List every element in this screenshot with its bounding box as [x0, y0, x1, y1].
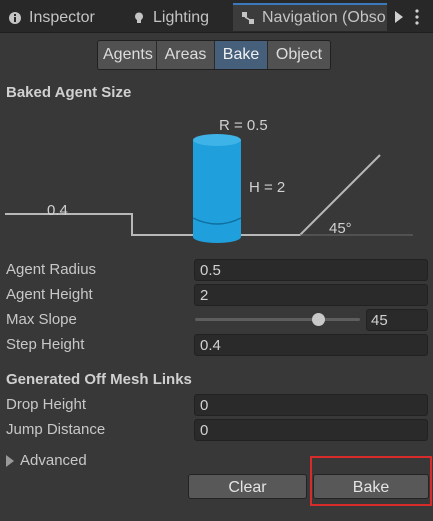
jump-distance-field[interactable]: 0	[194, 419, 428, 441]
step-height-label: Step Height	[6, 336, 85, 353]
bake-button-highlight	[310, 456, 432, 506]
step-height-label: 0.4	[47, 202, 68, 219]
radius-label: R = 0.5	[219, 117, 268, 134]
tab-inspector[interactable]: Inspector	[8, 4, 95, 31]
agent-height-label: Agent Height	[6, 286, 93, 303]
tab-scroll-right-icon[interactable]	[392, 8, 406, 26]
agent-height-field[interactable]: 2	[194, 284, 428, 306]
max-slope-slider[interactable]	[195, 318, 360, 321]
clear-button[interactable]: Clear	[188, 474, 307, 499]
tab-lighting[interactable]: Lighting	[132, 4, 209, 31]
baked-agent-size-heading: Baked Agent Size	[6, 84, 132, 101]
advanced-label: Advanced	[20, 452, 87, 469]
tab-label: Navigation (Obso	[262, 9, 386, 26]
slope-angle-label: 45°	[329, 220, 352, 237]
advanced-foldout[interactable]: Advanced	[6, 452, 87, 469]
jump-distance-label: Jump Distance	[6, 421, 106, 438]
ground-profile	[5, 154, 381, 236]
max-slope-field[interactable]: 45	[366, 309, 428, 331]
agent-size-diagram: R = 0.5 H = 2 0.4 45°	[5, 117, 413, 243]
agent-cylinder-icon	[192, 134, 242, 243]
tab-bar-divider	[0, 32, 433, 33]
drop-height-label: Drop Height	[6, 396, 87, 413]
foldout-arrow-icon	[6, 454, 14, 467]
subtab-agents[interactable]: Agents	[98, 41, 157, 69]
navigation-icon	[241, 11, 255, 25]
max-slope-label: Max Slope	[6, 311, 77, 328]
agent-radius-label: Agent Radius	[6, 261, 97, 278]
max-slope-slider-handle[interactable]	[312, 313, 326, 326]
off-mesh-links-heading: Generated Off Mesh Links	[6, 371, 192, 388]
tab-label: Inspector	[29, 8, 95, 26]
info-icon	[8, 11, 22, 25]
bulb-icon	[132, 11, 146, 25]
height-label: H = 2	[249, 179, 285, 196]
navigation-subtabs: Agents Areas Bake Object	[97, 40, 331, 70]
more-options-icon[interactable]	[410, 8, 424, 26]
drop-height-field[interactable]: 0	[194, 394, 428, 416]
step-height-field[interactable]: 0.4	[194, 334, 428, 356]
tab-navigation[interactable]: Navigation (Obso	[233, 3, 387, 31]
agent-radius-field[interactable]: 0.5	[194, 259, 428, 281]
tab-label: Lighting	[153, 8, 210, 26]
subtab-areas[interactable]: Areas	[157, 41, 215, 69]
subtab-object[interactable]: Object	[268, 41, 330, 69]
subtab-bake[interactable]: Bake	[215, 41, 268, 69]
editor-tab-bar: Inspector Lighting Navigation (Obso	[0, 0, 433, 33]
